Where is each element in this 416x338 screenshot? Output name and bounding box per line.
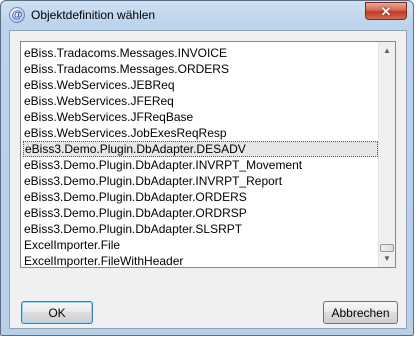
- window-title: Objektdefinition wählen: [31, 8, 156, 22]
- list-items-container: eBiss.Tradacoms.Messages.INVOICE eBiss.Tr…: [21, 42, 378, 267]
- scroll-down-icon[interactable]: ▼: [379, 250, 395, 267]
- close-icon: ✕: [380, 3, 392, 19]
- title-bar[interactable]: @ Objektdefinition wählen ✕: [1, 1, 413, 29]
- scroll-up-icon[interactable]: ▲: [379, 42, 395, 59]
- cancel-button[interactable]: Abbrechen: [323, 301, 398, 324]
- list-item[interactable]: eBiss.Tradacoms.Messages.INVOICE: [23, 45, 378, 61]
- object-definition-listbox[interactable]: eBiss.Tradacoms.Messages.INVOICE eBiss.Tr…: [20, 41, 396, 268]
- list-item-selected[interactable]: eBiss3.Demo.Plugin.DbAdapter.DESADV: [23, 141, 378, 157]
- list-item[interactable]: eBiss.WebServices.JobExesReqResp: [23, 125, 378, 141]
- list-item[interactable]: eBiss3.Demo.Plugin.DbAdapter.INVRPT_Repo…: [23, 173, 378, 189]
- list-item[interactable]: eBiss.WebServices.JFEReq: [23, 93, 378, 109]
- list-item[interactable]: eBiss3.Demo.Plugin.DbAdapter.INVRPT_Move…: [23, 157, 378, 173]
- list-item[interactable]: ExcelImporter.FileWithHeader: [23, 253, 378, 267]
- list-item[interactable]: ExcelImporter.File: [23, 237, 378, 253]
- ok-button[interactable]: OK: [21, 301, 93, 324]
- dialog-window: @ Objektdefinition wählen ✕ eBiss.Tradac…: [0, 0, 414, 336]
- at-sign-icon: @: [9, 7, 25, 23]
- list-item[interactable]: eBiss3.Demo.Plugin.DbAdapter.SLSRPT: [23, 221, 378, 237]
- list-item[interactable]: eBiss3.Demo.Plugin.DbAdapter.ORDRSP: [23, 205, 378, 221]
- dialog-client-area: eBiss.Tradacoms.Messages.INVOICE eBiss.Tr…: [9, 30, 407, 329]
- list-item[interactable]: eBiss3.Demo.Plugin.DbAdapter.ORDERS: [23, 189, 378, 205]
- list-item[interactable]: eBiss.Tradacoms.Messages.ORDERS: [23, 61, 378, 77]
- vertical-scrollbar[interactable]: ▲ ▼: [378, 42, 395, 267]
- list-item[interactable]: eBiss.WebServices.JFReqBase: [23, 109, 378, 125]
- list-item[interactable]: eBiss.WebServices.JEBReq: [23, 77, 378, 93]
- close-button[interactable]: ✕: [365, 2, 407, 20]
